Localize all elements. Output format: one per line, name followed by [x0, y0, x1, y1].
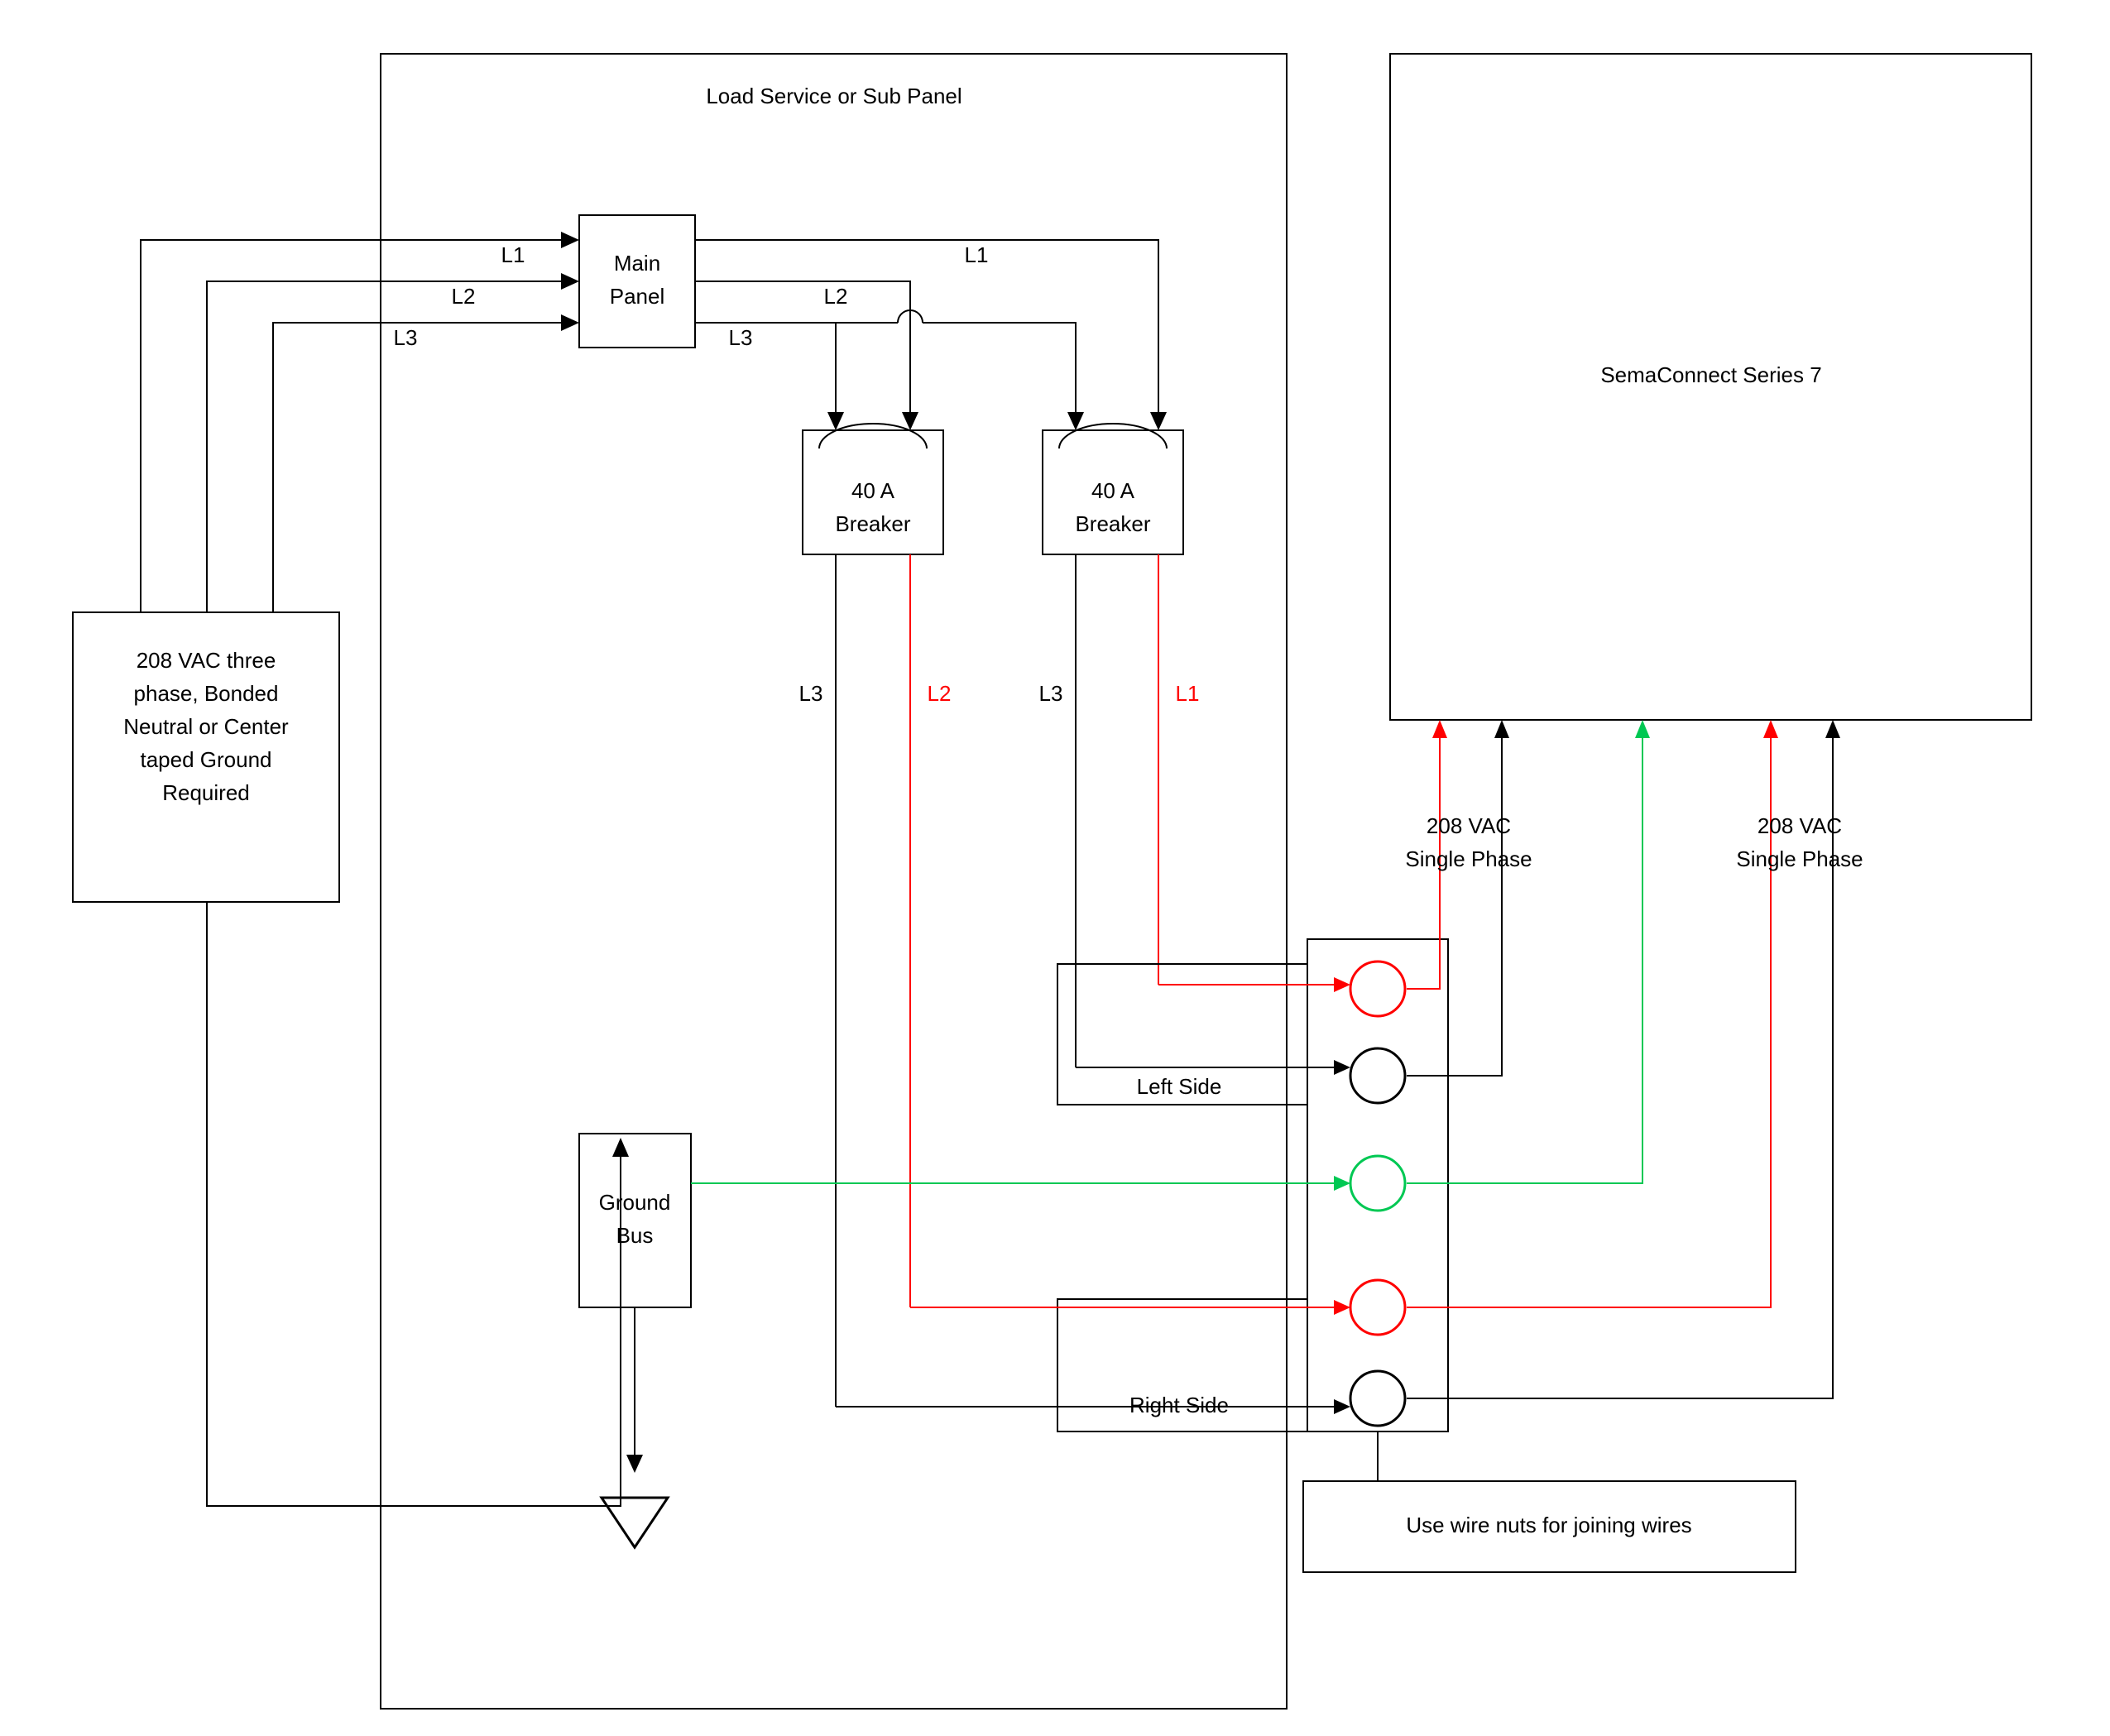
main-panel-box — [579, 215, 695, 348]
arrow-icon — [561, 314, 579, 331]
arrow-icon — [1334, 1399, 1350, 1414]
arrow-icon — [1763, 720, 1778, 738]
arrow-icon — [1334, 977, 1350, 992]
supply-ground-wire — [207, 902, 621, 1506]
l2-label-out: L2 — [824, 284, 848, 309]
breaker-2-line1: 40 A — [1091, 478, 1135, 503]
arrow-icon — [626, 1455, 643, 1473]
arrow-icon — [1635, 720, 1650, 738]
supply-line-5: Required — [162, 780, 250, 805]
arrow-icon — [612, 1138, 629, 1157]
arrow-icon — [561, 273, 579, 290]
terminal-block — [1307, 939, 1448, 1431]
wire-nuts-label: Use wire nuts for joining wires — [1406, 1513, 1691, 1537]
mp-l2-wire — [695, 281, 910, 420]
main-panel-line2: Panel — [610, 284, 665, 309]
mp-l3-wire-a — [695, 323, 836, 420]
arrow-icon — [561, 232, 579, 248]
supply-l2-wire — [207, 281, 569, 612]
device-label: SemaConnect Series 7 — [1600, 362, 1821, 387]
b1-l3-label: L3 — [799, 681, 823, 706]
wn2-up-black — [1407, 732, 1502, 1076]
arrow-icon — [1432, 720, 1447, 738]
mp-l3-wire-b2 — [923, 323, 1076, 420]
supply-line-2: phase, Bonded — [134, 681, 279, 706]
wiring-diagram: Load Service or Sub Panel 208 VAC three … — [0, 0, 2110, 1736]
l3-label-in: L3 — [394, 325, 418, 350]
b1-l2-label: L2 — [928, 681, 952, 706]
wire-nut-3 — [1350, 1156, 1405, 1211]
panel-title: Load Service or Sub Panel — [706, 84, 961, 108]
l1-label-out: L1 — [965, 242, 989, 267]
b2-l1-label: L1 — [1176, 681, 1200, 706]
main-panel-line1: Main — [614, 251, 660, 276]
arrow-icon — [1334, 1176, 1350, 1191]
ground-bus-line1: Ground — [599, 1190, 671, 1215]
wire-nut-5 — [1350, 1371, 1405, 1426]
ground-bus-line2: Bus — [616, 1223, 654, 1248]
b2-l3-label: L3 — [1039, 681, 1063, 706]
left-side-label: Left Side — [1137, 1074, 1222, 1099]
breaker-2-line2: Breaker — [1075, 511, 1150, 536]
wire-nut-2 — [1350, 1048, 1405, 1103]
supply-l3-wire — [273, 323, 569, 612]
arrow-icon — [1825, 720, 1840, 738]
right-phase-line2: Single Phase — [1736, 846, 1863, 871]
supply-l1-wire — [141, 240, 569, 612]
breaker-1-line1: 40 A — [851, 478, 895, 503]
arrow-icon — [1494, 720, 1509, 738]
ground-bus-box — [579, 1134, 691, 1307]
right-phase-line1: 208 VAC — [1758, 813, 1842, 838]
right-side-label: Right Side — [1129, 1393, 1229, 1417]
wn3-up-green — [1407, 732, 1642, 1183]
l1-label-in: L1 — [501, 242, 525, 267]
left-phase-line2: Single Phase — [1405, 846, 1532, 871]
l3-label-out: L3 — [729, 325, 753, 350]
wire-nut-4 — [1350, 1280, 1405, 1335]
breaker-1-line2: Breaker — [835, 511, 910, 536]
l2-label-in: L2 — [452, 284, 476, 309]
arrow-icon — [1150, 412, 1167, 430]
supply-line-4: taped Ground — [140, 747, 271, 772]
supply-line-1: 208 VAC three — [137, 648, 276, 673]
arrow-icon — [1334, 1300, 1350, 1315]
wire-nut-1 — [1350, 962, 1405, 1016]
supply-line-3: Neutral or Center — [123, 714, 289, 739]
left-phase-line1: 208 VAC — [1427, 813, 1511, 838]
arrow-icon — [1334, 1060, 1350, 1075]
mp-l1-wire — [695, 240, 1158, 420]
